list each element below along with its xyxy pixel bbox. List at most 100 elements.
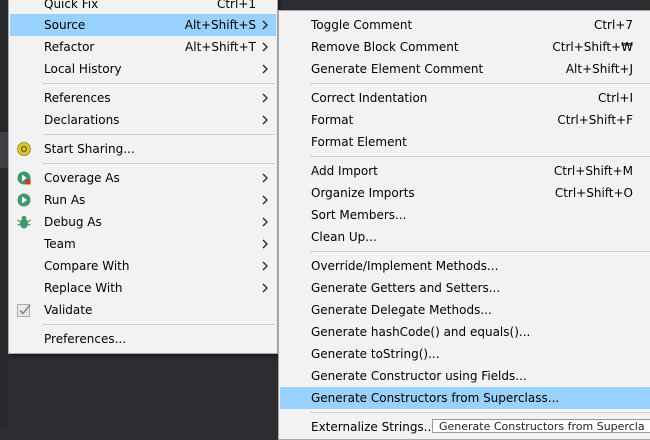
submenu-arrow-icon [262,173,268,183]
menu-item-organize-imports[interactable]: Organize Imports Ctrl+Shift+O [280,182,650,204]
menu-item-correct-indentation[interactable]: Correct Indentation Ctrl+I [280,87,650,109]
menu-item-add-import[interactable]: Add Import Ctrl+Shift+M [280,160,650,182]
menu-item-shortcut: Ctrl+7 [593,18,633,32]
submenu-arrow-icon [262,239,268,249]
menu-item-shortcut: Alt+Shift+S [184,18,256,32]
menu-item-label: Generate toString()... [311,347,440,361]
menu-separator [310,156,650,157]
menu-item-label: Declarations [44,113,120,127]
menu-item-label: Correct Indentation [311,91,428,105]
submenu-arrow-icon [262,64,268,74]
menu-item-label: Validate [44,303,93,317]
menu-item-run-as[interactable]: Run As [10,189,276,211]
menu-item-label: Local History [44,62,122,76]
command-hint-field[interactable]: Generate Constructors from Supercla [432,419,650,433]
menu-separator [310,412,650,413]
menu-item-generate-element-comment[interactable]: Generate Element Comment Alt+Shift+J [280,58,650,80]
menu-item-label: Compare With [44,259,130,273]
menu-separator [43,324,275,325]
menu-item-remove-block-comment[interactable]: Remove Block Comment Ctrl+Shift+₩ [280,36,650,58]
context-menu: Quick Fix Ctrl+1 Source Alt+Shift+S Refa… [8,0,278,354]
submenu-arrow-icon [262,93,268,103]
menu-item-shortcut: Ctrl+Shift+M [553,164,633,178]
menu-item-generate-constructors-superclass[interactable]: Generate Constructors from Superclass... [280,387,650,409]
menu-item-sort-members[interactable]: Sort Members... [280,204,650,226]
menu-item-debug-as[interactable]: Debug As [10,211,276,233]
menu-item-label: Generate Element Comment [311,62,484,76]
menu-item-generate-constructor-fields[interactable]: Generate Constructor using Fields... [280,365,650,387]
menu-item-shortcut: Alt+Shift+J [565,62,633,76]
menu-item-compare-with[interactable]: Compare With [10,255,276,277]
coverage-icon [17,171,31,185]
menu-item-label: Format Element [311,135,407,149]
menu-item-label: Generate hashCode() and equals()... [311,325,531,339]
menu-item-validate[interactable]: Validate [10,299,276,321]
menu-item-label: Team [44,237,76,251]
menu-item-shortcut: Ctrl+Shift+₩ [552,40,633,54]
menu-item-shortcut: Alt+Shift+T [185,40,256,54]
menu-item-label: Run As [44,193,86,207]
submenu-arrow-icon [262,42,268,52]
menu-separator [310,83,650,84]
menu-separator [310,251,650,252]
menu-item-format-element[interactable]: Format Element [280,131,650,153]
menu-item-label: Clean Up... [311,230,377,244]
menu-item-clean-up[interactable]: Clean Up... [280,226,650,248]
submenu-arrow-icon [262,217,268,227]
menu-item-source[interactable]: Source Alt+Shift+S [10,14,276,36]
menu-item-generate-hashcode-equals[interactable]: Generate hashCode() and equals()... [280,321,650,343]
menu-item-override-implement-methods[interactable]: Override/Implement Methods... [280,255,650,277]
menu-item-label: Format [311,113,354,127]
menu-item-format[interactable]: Format Ctrl+Shift+F [280,109,650,131]
menu-item-generate-getters-setters[interactable]: Generate Getters and Setters... [280,277,650,299]
menu-item-preferences[interactable]: Preferences... [10,328,276,350]
menu-item-quick-fix[interactable]: Quick Fix Ctrl+1 [10,0,276,15]
menu-item-label: Preferences... [44,332,127,346]
menu-item-replace-with[interactable]: Replace With [10,277,276,299]
menu-item-label: Toggle Comment [311,18,413,32]
menu-separator [43,163,275,164]
menu-item-label: Generate Delegate Methods... [311,303,492,317]
menu-item-shortcut: Ctrl+Shift+O [554,186,633,200]
menu-item-team[interactable]: Team [10,233,276,255]
menu-item-toggle-comment[interactable]: Toggle Comment Ctrl+7 [280,14,650,36]
menu-item-generate-tostring[interactable]: Generate toString()... [280,343,650,365]
menu-item-local-history[interactable]: Local History [10,58,276,80]
menu-item-label: Generate Getters and Setters... [311,281,501,295]
menu-item-shortcut: Ctrl+I [598,91,633,105]
menu-item-declarations[interactable]: Declarations [10,109,276,131]
menu-item-label: Start Sharing... [44,142,135,156]
menu-item-label: Quick Fix [44,0,99,11]
menu-item-label: Generate Constructor using Fields... [311,369,527,383]
menu-item-label: Source [44,18,86,32]
menu-item-label: Coverage As [44,171,120,185]
menu-item-label: Remove Block Comment [311,40,459,54]
submenu-arrow-icon [262,115,268,125]
menu-item-label: Override/Implement Methods... [311,259,499,273]
menu-item-start-sharing[interactable]: Start Sharing... [10,138,276,160]
menu-item-refactor[interactable]: Refactor Alt+Shift+T [10,36,276,58]
menu-item-label: References [44,91,111,105]
menu-separator [43,134,275,135]
menu-item-shortcut: Ctrl+Shift+F [557,113,633,127]
menu-item-label: Generate Constructors from Superclass... [311,391,560,405]
submenu-arrow-icon [262,195,268,205]
submenu-arrow-icon [262,20,268,30]
menu-item-label: Replace With [44,281,123,295]
validate-checkbox-icon [17,304,31,317]
menu-item-label: Add Import [311,164,378,178]
menu-item-references[interactable]: References [10,87,276,109]
menu-item-label: Externalize Strings... [311,420,436,434]
sharing-icon [17,142,31,156]
editor-background [0,0,8,426]
submenu-arrow-icon [262,283,268,293]
menu-item-label: Sort Members... [311,208,407,222]
menu-item-label: Debug As [44,215,102,229]
source-submenu: Toggle Comment Ctrl+7 Remove Block Comme… [278,10,650,440]
bug-icon [17,215,31,229]
menu-item-label: Refactor [44,40,95,54]
run-icon [17,193,31,207]
menu-item-coverage-as[interactable]: Coverage As [10,167,276,189]
menu-separator [43,83,275,84]
menu-item-generate-delegate-methods[interactable]: Generate Delegate Methods... [280,299,650,321]
